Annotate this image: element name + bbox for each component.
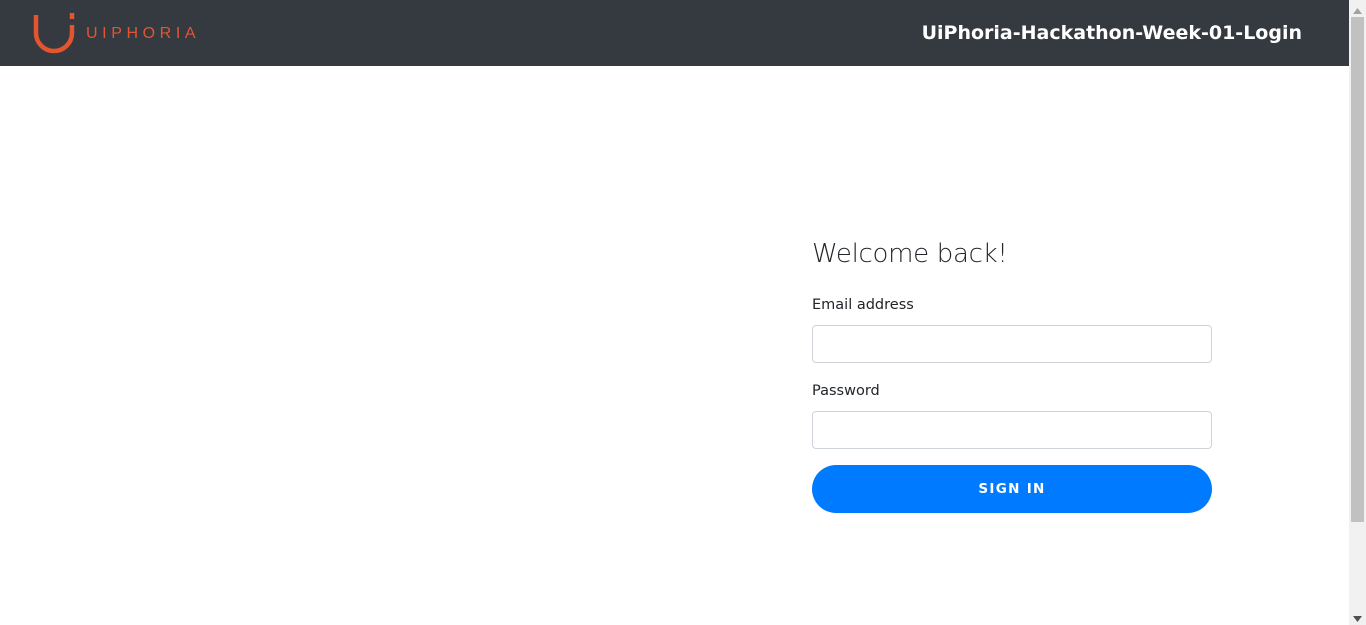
login-form: Welcome back! Email address Password SIG… xyxy=(812,236,1212,513)
scrollbar-thumb[interactable] xyxy=(1351,17,1364,522)
scroll-down-button[interactable] xyxy=(1349,608,1366,625)
vertical-scrollbar[interactable] xyxy=(1349,0,1366,625)
uiphoria-logo-icon xyxy=(32,11,76,55)
brand-logo-text: UIPHORIA xyxy=(86,25,201,42)
page-content: UIPHORIA UiPhoria-Hackathon-Week-01-Logi… xyxy=(0,0,1349,625)
welcome-heading: Welcome back! xyxy=(812,239,1008,269)
password-label: Password xyxy=(812,383,880,399)
sign-in-button[interactable]: SIGN IN xyxy=(812,465,1212,513)
scroll-up-button[interactable] xyxy=(1349,0,1366,17)
email-field[interactable] xyxy=(812,325,1212,363)
chevron-up-icon xyxy=(1353,0,1362,18)
top-navbar: UIPHORIA UiPhoria-Hackathon-Week-01-Logi… xyxy=(0,0,1349,66)
email-label: Email address xyxy=(812,297,914,313)
chevron-down-icon xyxy=(1353,607,1362,625)
page-title: UiPhoria-Hackathon-Week-01-Login xyxy=(921,22,1302,44)
app-window: UIPHORIA UiPhoria-Hackathon-Week-01-Logi… xyxy=(0,0,1366,625)
brand-logo[interactable]: UIPHORIA xyxy=(32,10,200,56)
password-field[interactable] xyxy=(812,411,1212,449)
